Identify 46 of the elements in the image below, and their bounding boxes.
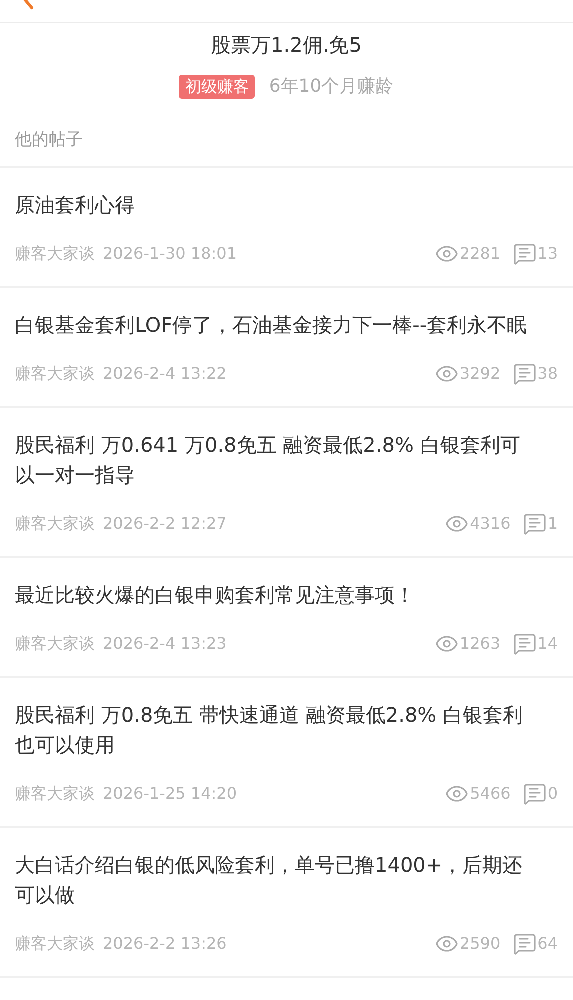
post-title: 股民福利 万0.641 万0.8免五 融资最低2.8% 白银套利可以一对一指导 — [15, 432, 522, 488]
comments-icon — [522, 782, 547, 806]
view-count: 3292 — [460, 362, 501, 384]
view-count: 2590 — [460, 932, 501, 954]
post-item[interactable]: 原油套利心得 赚客大家谈 2026-1-30 18:01 2281 13 — [0, 168, 573, 288]
comment-count: 64 — [538, 932, 558, 954]
post-item[interactable]: 股民福利 万0.8免五 带快速通道 融资最低2.8% 白银套利也可以使用 赚客大家谈 2026-1-25 14:20 5466 0 — [0, 678, 573, 828]
comment-count: 1 — [548, 512, 558, 534]
comment-count: 38 — [538, 362, 558, 384]
comments-icon — [512, 362, 537, 386]
comments-icon — [512, 242, 537, 266]
post-time: 2026-1-30 18:01 — [103, 242, 237, 264]
username: 股票万1.2佣.免5 — [211, 32, 362, 59]
post-item[interactable]: 白银基金套利LOF停了，石油基金接力下一棒--套利永不眠 赚客大家谈 2026-2-4 13:22 3292 38 — [0, 288, 573, 408]
post-title: 原油套利心得 — [15, 192, 136, 218]
forum-name: 赚客大家谈 — [15, 932, 95, 954]
section-title: 他的帖子 — [15, 130, 83, 150]
post-time: 2026-2-2 13:26 — [103, 932, 227, 954]
comment-count: 14 — [538, 632, 558, 654]
view-count: 5466 — [470, 782, 511, 804]
view-count: 1263 — [460, 632, 501, 654]
forum-name: 赚客大家谈 — [15, 242, 95, 264]
post-time: 2026-2-4 13:23 — [103, 632, 227, 654]
view-count: 2281 — [460, 242, 501, 264]
comments-icon — [512, 632, 537, 656]
post-title: 最近比较火爆的白银申购套利常见注意事项！ — [15, 582, 416, 608]
forum-name: 赚客大家谈 — [15, 632, 95, 654]
member-age: 6年10个月赚龄 — [269, 75, 394, 99]
forum-name: 赚客大家谈 — [15, 782, 95, 804]
comments-icon — [512, 932, 537, 956]
post-time: 2026-2-4 13:22 — [103, 362, 227, 384]
comments-icon — [522, 512, 547, 536]
post-time: 2026-1-25 14:20 — [103, 782, 237, 804]
post-item[interactable]: 股民福利 万0.641 万0.8免五 融资最低2.8% 白银套利可以一对一指导 赚客大家谈 2026-2-2 12:27 4316 1 — [0, 408, 573, 558]
post-title: 大白话介绍白银的低风险套利，单号已撸1400+，后期还可以做 — [15, 852, 524, 908]
forum-name: 赚客大家谈 — [15, 512, 95, 534]
comment-count: 13 — [538, 242, 558, 264]
level-badge: 初级赚客 — [179, 74, 256, 98]
post-time: 2026-2-2 12:27 — [103, 512, 227, 534]
view-count: 4316 — [470, 512, 511, 534]
comment-count: 0 — [548, 782, 558, 804]
post-title: 股民福利 万0.8免五 带快速通道 融资最低2.8% 白银套利也可以使用 — [15, 702, 524, 758]
post-title: 白银基金套利LOF停了，石油基金接力下一棒--套利永不眠 — [15, 312, 528, 338]
forum-name: 赚客大家谈 — [15, 362, 95, 384]
post-item[interactable]: 最近比较火爆的白银申购套利常见注意事项！ 赚客大家谈 2026-2-4 13:23 1263 14 — [0, 558, 573, 678]
post-item[interactable]: 大白话介绍白银的低风险套利，单号已撸1400+，后期还可以做 赚客大家谈 2026-2-2 13:26 2590 64 — [0, 828, 573, 978]
